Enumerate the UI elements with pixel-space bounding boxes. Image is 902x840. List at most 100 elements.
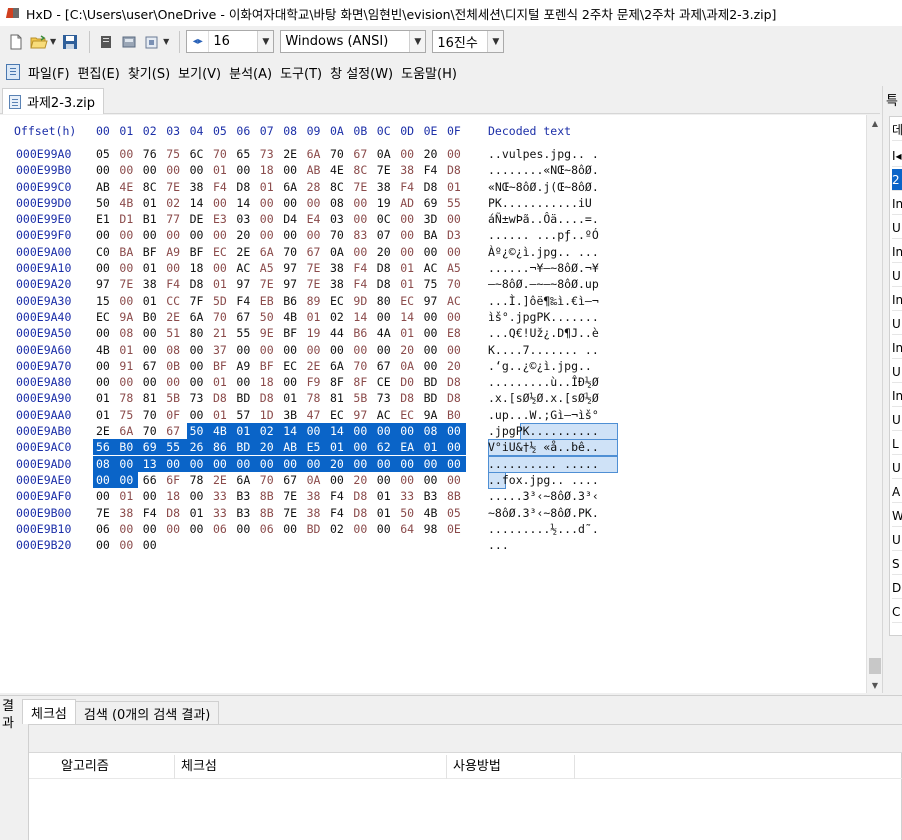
hex-byte[interactable]: 70: [330, 227, 344, 243]
hex-byte[interactable]: 70: [260, 472, 274, 488]
hex-byte[interactable]: 8C: [330, 179, 344, 195]
menu-help[interactable]: 도움말(H): [401, 63, 457, 82]
hex-byte[interactable]: 03: [236, 211, 250, 227]
decoded-text[interactable]: ~8ôØ.3³‹~8ôØ.PK.: [488, 505, 599, 521]
hex-byte[interactable]: 38: [400, 162, 414, 178]
hex-byte[interactable]: 0A: [377, 146, 391, 162]
hex-byte[interactable]: 56: [96, 439, 110, 455]
hex-byte[interactable]: 00: [353, 342, 367, 358]
decoded-text[interactable]: .......... .....: [488, 456, 599, 472]
hex-byte[interactable]: 00: [166, 456, 180, 472]
hex-byte[interactable]: D8: [166, 505, 180, 521]
hex-byte[interactable]: 76: [143, 146, 157, 162]
hex-byte[interactable]: 70: [283, 244, 297, 260]
hex-byte[interactable]: 01: [400, 325, 414, 341]
hex-byte[interactable]: 7E: [166, 179, 180, 195]
hex-byte[interactable]: B3: [424, 488, 438, 504]
hex-byte[interactable]: BD: [424, 390, 438, 406]
hex-byte[interactable]: 8C: [353, 162, 367, 178]
decoded-text[interactable]: V°iU&†½ «å..bê..: [488, 439, 599, 455]
hex-byte[interactable]: C0: [96, 244, 110, 260]
hex-byte[interactable]: 01: [330, 439, 344, 455]
hex-byte[interactable]: 01: [213, 374, 227, 390]
hex-byte[interactable]: 00: [236, 456, 250, 472]
hex-row[interactable]: 000E9AF0 00 01 00 18 00 33 B3 8B 7E 38 F4 D8 01 33 B3 8B…: [0, 488, 860, 504]
hex-byte[interactable]: 00: [377, 423, 391, 439]
hex-byte[interactable]: 14: [353, 309, 367, 325]
hex-byte[interactable]: 67: [283, 472, 297, 488]
inspector-row[interactable]: U: [892, 265, 902, 287]
hex-byte[interactable]: AC: [236, 260, 250, 276]
hex-byte[interactable]: 67: [143, 358, 157, 374]
menu-analysis[interactable]: 분석(A): [229, 63, 272, 82]
hex-byte[interactable]: 37: [213, 342, 227, 358]
hex-byte[interactable]: 06: [213, 521, 227, 537]
hex-byte[interactable]: 00: [447, 439, 461, 455]
hex-byte[interactable]: 05: [447, 505, 461, 521]
column-algorithm[interactable]: 알고리즘: [55, 755, 175, 779]
hex-byte[interactable]: 86: [213, 439, 227, 455]
hex-byte[interactable]: 00: [260, 456, 274, 472]
hex-byte[interactable]: 00: [96, 488, 110, 504]
hex-byte[interactable]: 1D: [260, 407, 274, 423]
hex-byte[interactable]: 01: [143, 293, 157, 309]
hex-byte[interactable]: EA: [400, 439, 414, 455]
hex-byte[interactable]: 0C: [377, 211, 391, 227]
hex-byte[interactable]: 9A: [424, 407, 438, 423]
hex-byte[interactable]: 00: [119, 521, 133, 537]
hex-byte[interactable]: 9E: [260, 325, 274, 341]
hex-byte[interactable]: 00: [190, 358, 204, 374]
hex-byte[interactable]: 5D: [213, 293, 227, 309]
hex-byte[interactable]: 00: [190, 521, 204, 537]
hex-byte[interactable]: 00: [166, 162, 180, 178]
hex-byte[interactable]: 0A: [330, 244, 344, 260]
hex-row[interactable]: 000E9B20 00 00 00...: [0, 537, 860, 553]
hex-byte[interactable]: 28: [307, 179, 321, 195]
hex-byte[interactable]: 01: [96, 390, 110, 406]
hex-byte[interactable]: 02: [330, 309, 344, 325]
hex-byte[interactable]: 00: [119, 162, 133, 178]
hex-byte[interactable]: D8: [377, 276, 391, 292]
hex-byte[interactable]: 00: [424, 456, 438, 472]
inspector-row[interactable]: U: [892, 313, 902, 335]
hex-byte[interactable]: DE: [190, 211, 204, 227]
hex-byte[interactable]: F4: [424, 162, 438, 178]
new-file-icon[interactable]: [6, 32, 26, 52]
hex-row[interactable]: 000E9B00 7E 38 F4 D8 01 33 B3 8B 7E 38 F4 D8 01 50 4B 05…: [0, 505, 860, 521]
hex-byte[interactable]: E1: [96, 211, 110, 227]
hex-byte[interactable]: 8B: [260, 505, 274, 521]
hex-byte[interactable]: 50: [400, 505, 414, 521]
inspector-row[interactable]: U: [892, 457, 902, 479]
hex-byte[interactable]: 00: [447, 211, 461, 227]
hex-byte[interactable]: 00: [424, 244, 438, 260]
hex-byte[interactable]: 00: [190, 374, 204, 390]
hex-byte[interactable]: 81: [143, 390, 157, 406]
hex-byte[interactable]: 38: [143, 276, 157, 292]
hex-byte[interactable]: 20: [236, 227, 250, 243]
hex-byte[interactable]: 8F: [330, 374, 344, 390]
hex-byte[interactable]: BF: [143, 244, 157, 260]
hex-byte[interactable]: D1: [119, 211, 133, 227]
hex-byte[interactable]: 00: [96, 537, 110, 553]
open-dropdown-icon[interactable]: ▼: [50, 37, 56, 46]
hex-byte[interactable]: 6A: [119, 423, 133, 439]
hex-byte[interactable]: 7E: [260, 276, 274, 292]
hex-byte[interactable]: 00: [260, 195, 274, 211]
decoded-text[interactable]: .jpgPK..........: [488, 423, 599, 439]
hex-byte[interactable]: 7F: [190, 293, 204, 309]
hex-byte[interactable]: 7E: [377, 162, 391, 178]
hex-byte[interactable]: A9: [236, 358, 250, 374]
hex-byte[interactable]: 00: [236, 374, 250, 390]
menu-window[interactable]: 창 설정(W): [330, 63, 393, 82]
hex-row[interactable]: 000E9A20 97 7E 38 F4 D8 01 97 7E 97 7E 38 F4 D8 01 75 70…: [0, 276, 860, 292]
hex-byte[interactable]: 00: [400, 423, 414, 439]
decoded-text[interactable]: ..vulpes.jpg.. .: [488, 146, 599, 162]
hex-byte[interactable]: E5: [307, 439, 321, 455]
hex-byte[interactable]: 01: [213, 162, 227, 178]
hex-byte[interactable]: D8: [260, 390, 274, 406]
hex-byte[interactable]: 50: [260, 309, 274, 325]
hex-byte[interactable]: 7E: [307, 276, 321, 292]
hex-byte[interactable]: 00: [166, 227, 180, 243]
hex-byte[interactable]: 00: [377, 472, 391, 488]
hex-byte[interactable]: 00: [353, 456, 367, 472]
